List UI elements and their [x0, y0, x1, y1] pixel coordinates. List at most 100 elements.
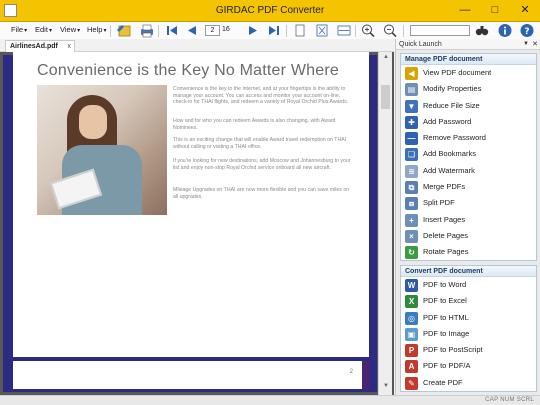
- watermark-icon-glyph: ≋: [408, 166, 415, 176]
- convert-item-pdf-to-pdf-a[interactable]: A PDF to PDF/A: [401, 358, 536, 374]
- close-panel-icon[interactable]: ✕: [532, 39, 538, 50]
- manage-item-insert-pages[interactable]: + Insert Pages: [401, 212, 536, 228]
- single-page-icon[interactable]: [292, 23, 308, 38]
- convert-item-label: PDF to Word: [423, 280, 467, 289]
- convert-item-pdf-to-word[interactable]: W PDF to Word: [401, 277, 536, 293]
- manage-item-modify-properties[interactable]: ▤ Modify Properties: [401, 81, 536, 97]
- minimize-button[interactable]: —: [450, 0, 480, 22]
- bookmark-icon: ❏: [405, 148, 418, 162]
- fit-width-icon[interactable]: [336, 23, 352, 38]
- menu-view[interactable]: View▾: [60, 25, 80, 34]
- manage-section: Manage PDF document ◀ View PDF document ▤ M…: [400, 53, 537, 261]
- manage-item-delete-pages[interactable]: × Delete Pages: [401, 228, 536, 244]
- manage-item-rotate-pages[interactable]: ↻ Rotate Pages: [401, 244, 536, 260]
- menu-edit[interactable]: Edit▾: [35, 25, 52, 34]
- lock-icon: ✚: [405, 115, 418, 129]
- body-paragraph: This is an exciting change that will ena…: [173, 137, 347, 150]
- manage-item-label: Split PDF: [423, 198, 455, 208]
- convert-item-pdf-to-html[interactable]: ◎ PDF to HTML: [401, 310, 536, 326]
- toolbar-separator: [403, 25, 404, 37]
- insert-pages-icon-glyph: +: [409, 215, 414, 225]
- postscript-icon: P: [405, 344, 418, 358]
- help-icon[interactable]: ?: [519, 23, 535, 38]
- manage-item-view-pdf-document[interactable]: ◀ View PDF document: [401, 65, 536, 81]
- manage-item-merge-pdfs[interactable]: ⧉ Merge PDFs: [401, 179, 536, 195]
- menu-toolbar: File▾ Edit▾ View▾ Help▾ 2 16 ?: [0, 22, 540, 39]
- manage-item-label: Insert Pages: [423, 214, 466, 224]
- convert-item-label: PDF to Image: [423, 328, 470, 338]
- quick-launch-panel: Quick Launch ▼ ✕ Manage PDF document ◀ Vi…: [395, 39, 540, 395]
- close-tab-icon[interactable]: x: [68, 41, 72, 52]
- next-page-icon[interactable]: [245, 23, 261, 38]
- previous-page-icon[interactable]: [184, 23, 200, 38]
- pin-icon[interactable]: ▼: [523, 39, 529, 50]
- scroll-down-icon[interactable]: ▼: [381, 383, 391, 393]
- convert-item-pdf-to-postscript[interactable]: P PDF to PostScript: [401, 342, 536, 358]
- convert-section-heading: Convert PDF document: [401, 266, 536, 277]
- view-document-icon: ◀: [405, 67, 418, 80]
- zoom-in-icon[interactable]: [360, 23, 376, 38]
- manage-section-heading: Manage PDF document: [401, 54, 536, 65]
- fit-page-icon[interactable]: [314, 23, 330, 38]
- body-paragraph: Convenience is the key to the internet, …: [173, 86, 349, 106]
- page-edge-graphic: [362, 361, 370, 389]
- search-input[interactable]: [410, 25, 470, 36]
- chevron-down-icon: ▾: [24, 28, 28, 34]
- manage-action-list: ◀ View PDF document ▤ Modify Properties ▼ Red…: [401, 65, 536, 261]
- properties-icon-glyph: ▤: [407, 85, 416, 95]
- manage-item-add-watermark[interactable]: ≋ Add Watermark: [401, 163, 536, 179]
- convert-item-label: PDF to PDF/A: [423, 361, 471, 371]
- delete-pages-icon-glyph: ×: [409, 231, 414, 241]
- bookmark-icon-glyph: ❏: [407, 150, 416, 160]
- convert-item-pdf-to-image[interactable]: ▣ PDF to Image: [401, 326, 536, 342]
- menu-file[interactable]: File▾: [11, 25, 27, 34]
- maximize-button[interactable]: □: [480, 0, 510, 22]
- toolbar-separator: [355, 25, 356, 37]
- unlock-icon-glyph: —: [407, 134, 416, 144]
- manage-item-label: Add Bookmarks: [423, 149, 476, 159]
- close-button[interactable]: ✕: [510, 0, 540, 22]
- pdf-page-2: 2: [13, 361, 369, 389]
- excel-icon-glyph: X: [408, 297, 415, 307]
- scrollbar-thumb[interactable]: [381, 85, 390, 109]
- convert-item-pdf-to-excel[interactable]: X PDF to Excel: [401, 293, 536, 309]
- first-page-icon[interactable]: [164, 23, 180, 38]
- manage-item-add-password[interactable]: ✚ Add Password: [401, 114, 536, 130]
- manage-item-label: Add Password: [423, 116, 472, 126]
- manage-item-remove-password[interactable]: — Remove Password: [401, 130, 536, 146]
- tab-airlinesad[interactable]: AirlinesAd.pdf x: [5, 40, 75, 52]
- last-page-icon[interactable]: [266, 23, 282, 38]
- manage-item-add-bookmarks[interactable]: ❏ Add Bookmarks: [401, 146, 536, 162]
- pdfa-icon: A: [405, 360, 418, 374]
- postscript-icon-glyph: P: [408, 346, 415, 356]
- toolbar-separator: [158, 25, 159, 37]
- vertical-scrollbar[interactable]: ▲ ▼: [378, 52, 392, 395]
- print-icon[interactable]: [139, 23, 155, 38]
- manage-item-label: View PDF document: [423, 68, 492, 77]
- body-paragraph: How and for who you can redeem Awards is…: [173, 118, 336, 131]
- rotate-icon-glyph: ↻: [408, 248, 415, 258]
- info-icon[interactable]: [497, 23, 513, 38]
- reduce-size-icon: ▼: [405, 99, 418, 113]
- split-icon: ⧈: [405, 197, 418, 211]
- keyboard-status: CAP NUM SCRL: [485, 397, 534, 403]
- scroll-up-icon[interactable]: ▲: [381, 54, 391, 64]
- page-number-input[interactable]: 2: [205, 25, 220, 36]
- manage-item-split-pdf[interactable]: ⧈ Split PDF: [401, 195, 536, 211]
- html-icon-glyph: ◎: [408, 313, 415, 323]
- manage-item-reduce-file-size[interactable]: ▼ Reduce File Size: [401, 98, 536, 114]
- find-binoculars-icon[interactable]: [474, 23, 490, 38]
- zoom-out-icon[interactable]: [382, 23, 398, 38]
- open-document-icon[interactable]: [116, 23, 132, 38]
- menu-help[interactable]: Help▾: [87, 25, 106, 34]
- woman-with-tablet-photo: [37, 85, 167, 215]
- svg-text:?: ?: [524, 27, 529, 37]
- manage-item-label: Delete Pages: [423, 230, 469, 240]
- toolbar-separator: [286, 25, 287, 37]
- properties-icon: ▤: [405, 83, 418, 97]
- manage-item-label: Modify Properties: [423, 84, 482, 94]
- split-icon-glyph: ⧈: [408, 199, 415, 209]
- lock-icon-glyph: ✚: [408, 117, 415, 127]
- page-total: 16: [222, 26, 230, 33]
- convert-item-create-pdf[interactable]: ✎ Create PDF: [401, 375, 536, 391]
